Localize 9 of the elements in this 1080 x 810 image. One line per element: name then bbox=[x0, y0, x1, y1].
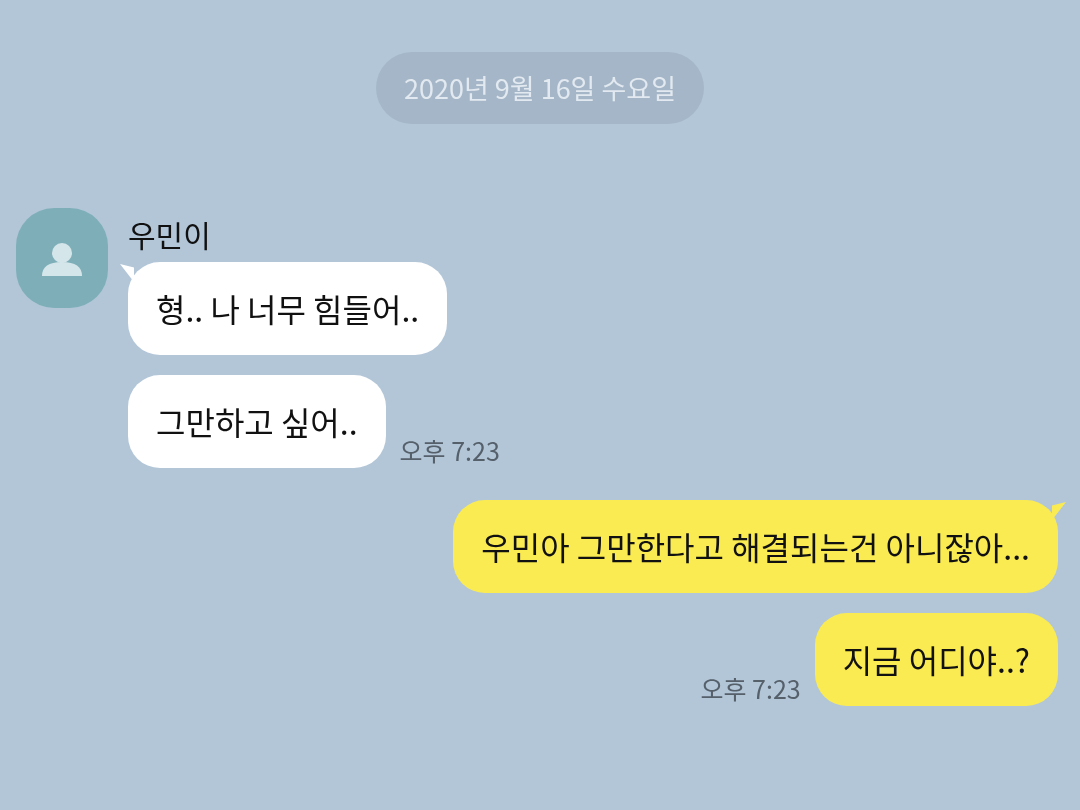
message-time: 오후 7:23 bbox=[700, 670, 801, 706]
avatar-icon[interactable] bbox=[16, 208, 108, 308]
date-divider: 2020년 9월 16일 수요일 bbox=[375, 52, 705, 124]
message-bubble: 지금 어디야..? bbox=[814, 613, 1058, 706]
message-bubble: 형.. 나 너무 힘들어.. bbox=[128, 262, 448, 355]
message-bubble: 우민아 그만한다고 해결되는건 아니잖아... bbox=[453, 500, 1058, 593]
message-bubble: 그만하고 싶어.. bbox=[128, 375, 386, 468]
message-time: 오후 7:23 bbox=[399, 432, 500, 468]
sender-name: 우민이 bbox=[128, 212, 212, 256]
